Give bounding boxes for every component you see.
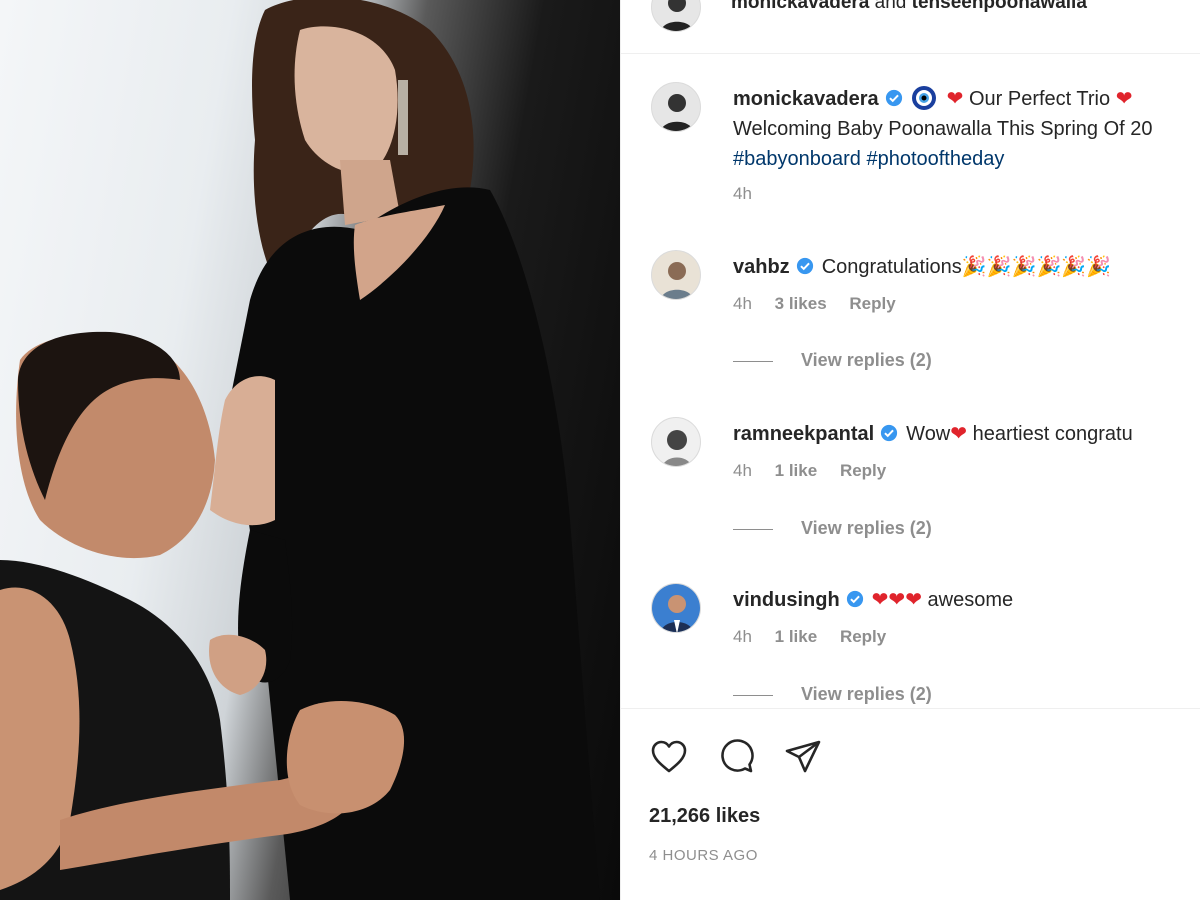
divider-line <box>733 694 773 696</box>
comment-meta: 4h 1 like Reply <box>733 627 904 647</box>
comment-likes[interactable]: 3 likes <box>775 294 827 313</box>
comment-username[interactable]: ramneekpantal <box>733 423 874 445</box>
view-replies-button[interactable]: View replies (2) <box>733 684 932 705</box>
verified-badge-icon <box>885 89 902 107</box>
view-replies-label: View replies (2) <box>801 518 932 538</box>
comment-likes[interactable]: 1 like <box>775 627 818 646</box>
author-link-1[interactable]: monickavadera <box>731 0 869 13</box>
hashtag-babyonboard[interactable]: #babyonboard <box>733 148 861 170</box>
view-replies-button[interactable]: View replies (2) <box>733 518 932 539</box>
comment-text: vindusingh ❤❤❤ awesome <box>733 585 1200 615</box>
heart-emoji-icon: ❤ <box>1115 88 1133 110</box>
heart-emoji-icon: ❤ <box>946 88 964 110</box>
reply-button[interactable]: Reply <box>849 294 895 313</box>
comment-message: Wow <box>906 423 951 445</box>
caption-username[interactable]: monickavadera <box>733 88 879 110</box>
evil-eye-icon <box>911 86 936 110</box>
view-replies-label: View replies (2) <box>801 684 932 704</box>
comment-meta: 4h 1 like Reply <box>733 461 904 481</box>
share-icon[interactable] <box>783 737 823 777</box>
comment-username[interactable]: vahbz <box>733 256 790 278</box>
post-authors: monickavadera and tenseenpoonawalla <box>731 0 1087 14</box>
post-timestamp: 4 HOURS AGO <box>649 847 758 864</box>
comment-time: 4h <box>733 294 752 313</box>
avatar[interactable] <box>651 0 701 32</box>
comment-icon[interactable] <box>716 737 756 777</box>
comment-text: vahbz Congratulations🎉🎉🎉🎉🎉🎉 <box>733 252 1200 282</box>
likes-count[interactable]: 21,266 likes <box>649 805 760 828</box>
comment-item: vindusingh ❤❤❤ awesome 4h 1 like Reply Vi… <box>651 583 1200 708</box>
comment-likes[interactable]: 1 like <box>775 461 818 480</box>
author-link-2[interactable]: tenseenpoonawalla <box>912 0 1087 13</box>
heart-icon[interactable] <box>649 737 689 777</box>
verified-badge-icon <box>796 257 813 275</box>
caption-text: monickavadera ❤ Our Perfect Trio ❤ Welcom… <box>733 84 1200 174</box>
hashtag-photooftheday[interactable]: #photooftheday <box>866 148 1004 170</box>
reply-button[interactable]: Reply <box>840 461 886 480</box>
comment-time: 4h <box>733 627 752 646</box>
verified-badge-icon <box>846 590 863 608</box>
comment-item: ramneekpantal Wow❤ heartiest congratu 4h … <box>651 417 1200 547</box>
comment-item: vahbz Congratulations🎉🎉🎉🎉🎉🎉 4h 3 likes Re… <box>651 250 1200 380</box>
and-text: and <box>874 0 907 13</box>
comment-text: ramneekpantal Wow❤ heartiest congratu <box>733 419 1200 449</box>
heart-emoji-icon: ❤ <box>950 423 968 445</box>
comment-meta: 4h 3 likes Reply <box>733 294 914 314</box>
post-actions: 21,266 likes 4 HOURS AGO <box>621 708 1200 900</box>
caption-time: 4h <box>733 184 752 203</box>
divider-line <box>733 360 773 362</box>
post-side-panel: monickavadera and tenseenpoonawalla moni… <box>620 0 1200 900</box>
heart-emoji-icon: ❤❤❤ <box>871 589 922 611</box>
avatar[interactable] <box>651 250 701 300</box>
comment-message: Congratulations <box>821 256 962 278</box>
photo-illustration <box>0 0 600 900</box>
caption: monickavadera ❤ Our Perfect Trio ❤ Welcom… <box>651 82 1200 212</box>
comment-message: awesome <box>927 589 1014 611</box>
avatar[interactable] <box>651 82 701 132</box>
post-photo[interactable] <box>0 0 620 900</box>
comment-username[interactable]: vindusingh <box>733 589 840 611</box>
view-replies-label: View replies (2) <box>801 350 932 370</box>
view-replies-button[interactable]: View replies (2) <box>733 350 932 371</box>
comment-message-continued: heartiest congratu <box>972 423 1133 445</box>
party-popper-icon: 🎉🎉🎉🎉🎉🎉 <box>961 256 1112 278</box>
verified-badge-icon <box>881 424 898 442</box>
avatar[interactable] <box>651 583 701 633</box>
avatar[interactable] <box>651 417 701 467</box>
reply-button[interactable]: Reply <box>840 627 886 646</box>
caption-line2: Welcoming Baby Poonawalla This Spring Of… <box>733 118 1153 140</box>
post-header: monickavadera and tenseenpoonawalla <box>621 0 1200 54</box>
divider-line <box>733 528 773 530</box>
caption-meta: 4h <box>733 184 770 204</box>
caption-line1: Our Perfect Trio <box>968 88 1111 110</box>
comment-time: 4h <box>733 461 752 480</box>
